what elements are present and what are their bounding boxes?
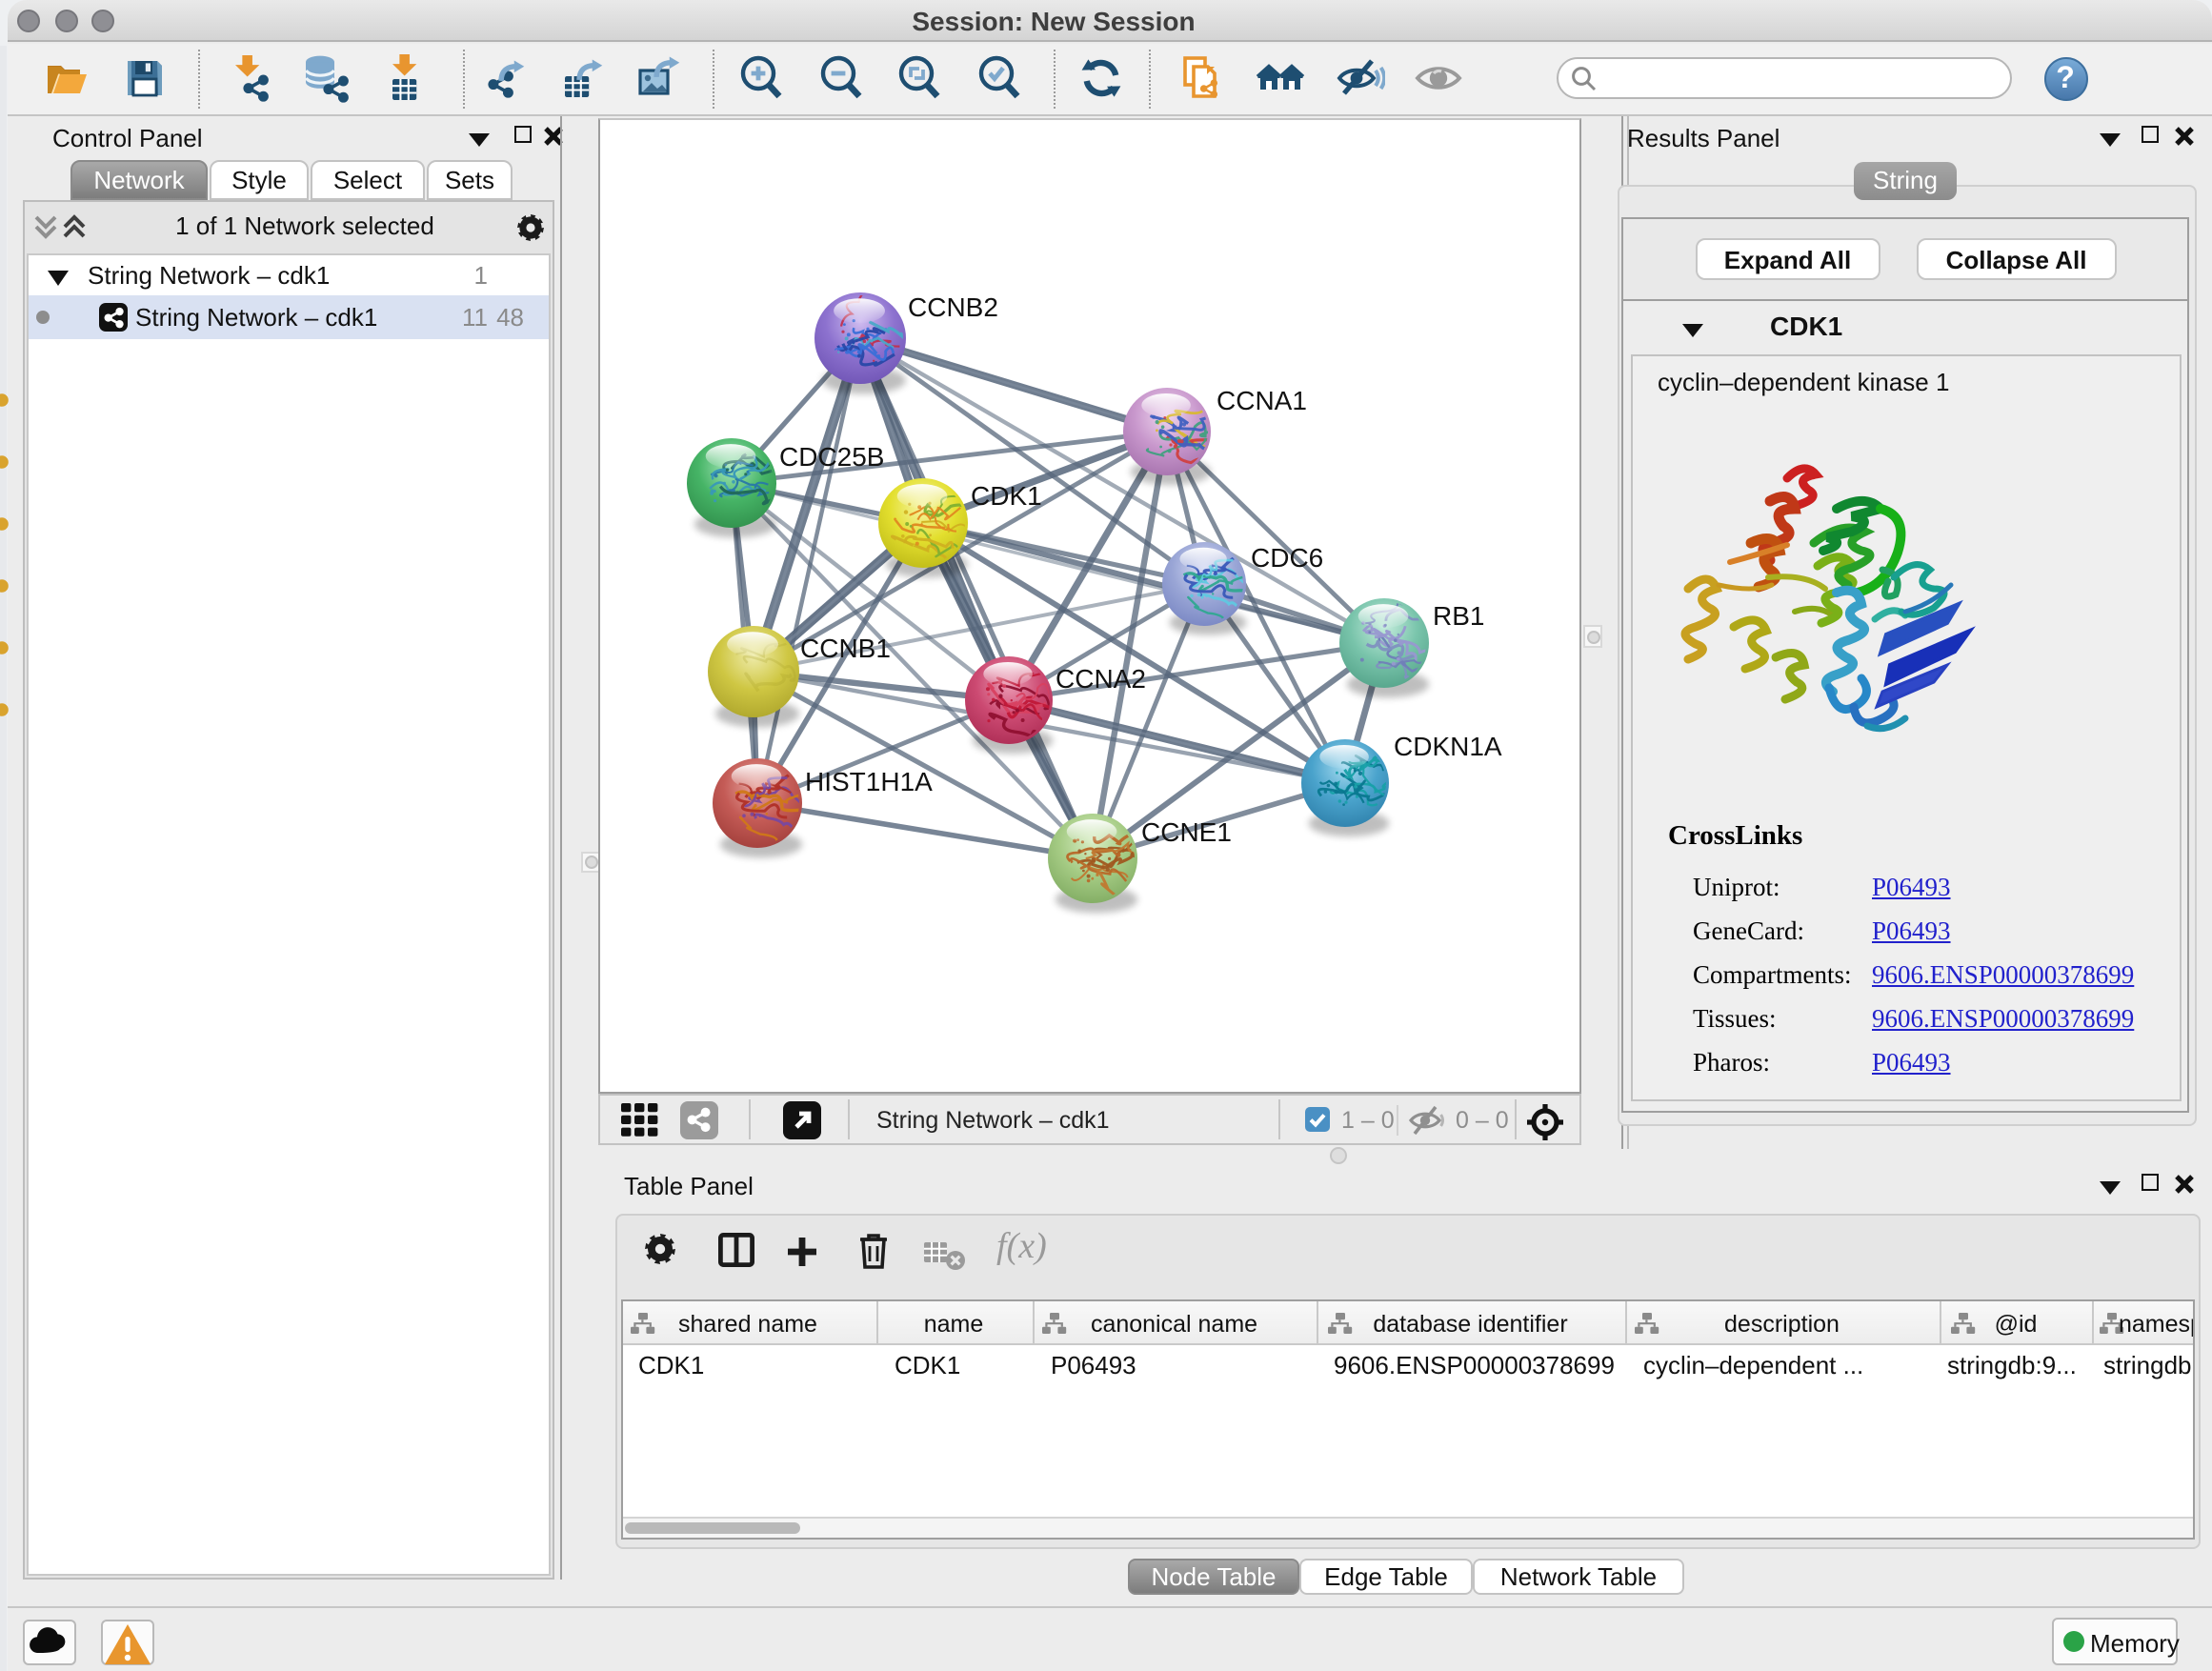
svg-text:RB1: RB1 [1433, 601, 1484, 631]
svg-text:CCNB2: CCNB2 [908, 292, 998, 322]
svg-text:CDC6: CDC6 [1251, 543, 1323, 573]
svg-text:HIST1H1A: HIST1H1A [805, 767, 933, 796]
svg-text:CCNE1: CCNE1 [1141, 817, 1232, 847]
svg-text:CCNA2: CCNA2 [1056, 664, 1146, 694]
svg-text:CDC25B: CDC25B [779, 442, 884, 472]
svg-text:CCNB1: CCNB1 [800, 634, 891, 663]
svg-text:CCNA1: CCNA1 [1217, 386, 1307, 415]
svg-text:CDK1: CDK1 [971, 481, 1042, 511]
svg-text:CDKN1A: CDKN1A [1394, 732, 1502, 761]
